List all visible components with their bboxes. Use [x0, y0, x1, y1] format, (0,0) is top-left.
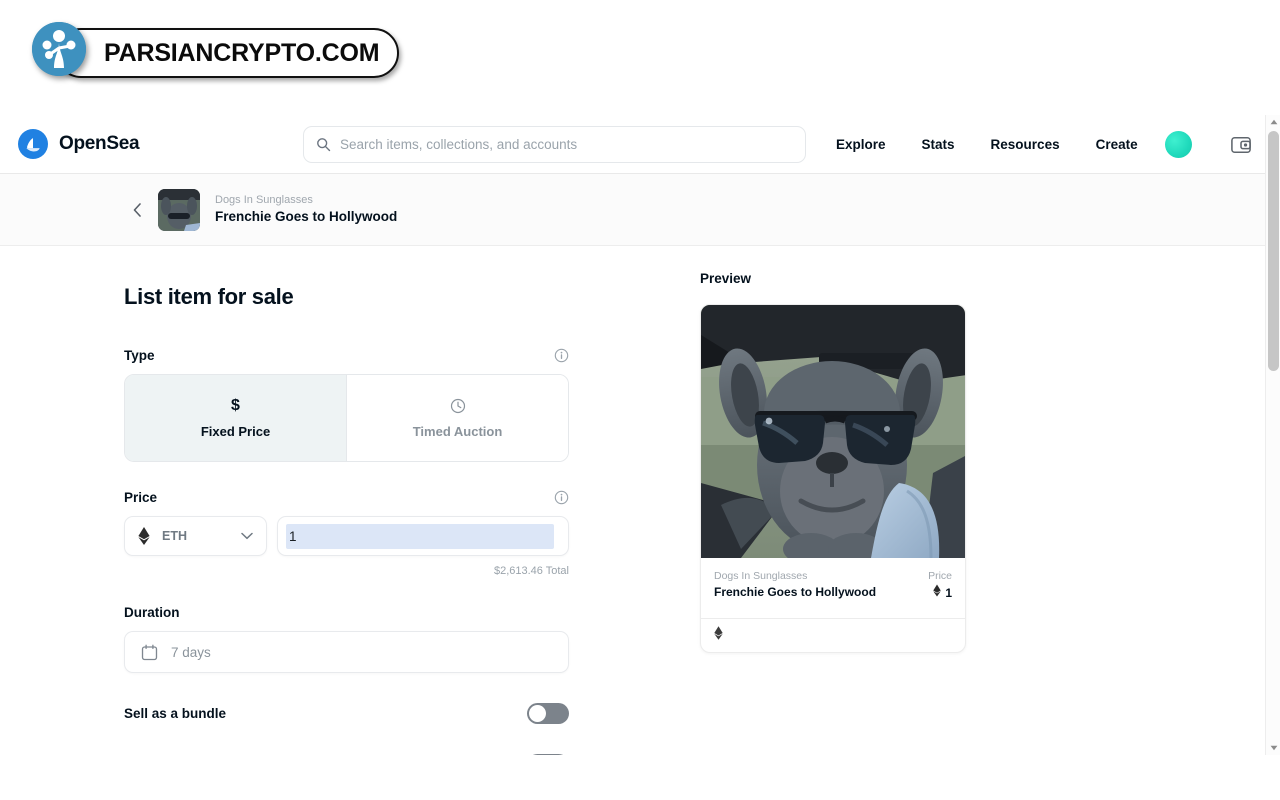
main-content: List item for sale Type — [0, 246, 1280, 746]
breadcrumb-thumbnail[interactable] — [158, 189, 200, 231]
preview-label: Preview — [700, 271, 966, 286]
price-row: ETH 1 — [124, 516, 569, 556]
price-input-value: 1 — [289, 529, 297, 544]
parsian-tree-logo-icon — [32, 22, 86, 76]
preview-item-name: Frenchie Goes to Hollywood — [714, 584, 876, 601]
duration-header: Duration — [124, 605, 569, 620]
page-bottom-fill — [0, 755, 1280, 800]
breadcrumb-collection[interactable]: Dogs In Sunglasses — [215, 193, 397, 208]
type-option-fixed-price-label: Fixed Price — [201, 424, 270, 439]
chevron-left-icon[interactable] — [129, 202, 145, 218]
watermark-text: PARSIANCRYPTO.COM — [104, 39, 379, 68]
nav-item-stats[interactable]: Stats — [904, 137, 973, 152]
ethereum-icon — [714, 626, 723, 645]
type-option-timed-auction-label: Timed Auction — [413, 424, 503, 439]
type-section: Type $ Fixed Price — [124, 348, 569, 462]
toggle-row-sell-as-bundle: Sell as a bundle — [124, 703, 569, 724]
breadcrumb: Dogs In Sunglasses Frenchie Goes to Holl… — [0, 174, 1280, 246]
duration-section: Duration 7 days — [124, 605, 569, 673]
duration-select[interactable]: 7 days — [124, 631, 569, 673]
avatar[interactable] — [1165, 131, 1192, 158]
toggle-knob — [529, 705, 546, 722]
preview-card-left: Dogs In Sunglasses Frenchie Goes to Holl… — [714, 569, 876, 602]
type-label: Type — [124, 348, 155, 363]
ethereum-icon — [138, 527, 150, 545]
type-header: Type — [124, 348, 569, 363]
breadcrumb-item-name: Frenchie Goes to Hollywood — [215, 208, 397, 226]
opensea-brand[interactable]: OpenSea — [18, 129, 139, 159]
caret-up-icon[interactable] — [1266, 115, 1280, 129]
watermark-pill: PARSIANCRYPTO.COM — [56, 28, 399, 78]
nav-item-explore[interactable]: Explore — [818, 137, 904, 152]
preview-card-body: Dogs In Sunglasses Frenchie Goes to Holl… — [701, 558, 965, 618]
duration-label: Duration — [124, 605, 180, 620]
price-section: Price — [124, 490, 569, 577]
ethereum-icon — [933, 584, 941, 602]
info-circle-icon[interactable] — [554, 348, 569, 363]
search-box[interactable] — [303, 126, 806, 163]
preview-collection: Dogs In Sunglasses — [714, 569, 876, 584]
type-option-fixed-price[interactable]: $ Fixed Price — [125, 375, 346, 461]
preview-price-value: 1 — [945, 585, 952, 602]
calendar-icon — [141, 644, 158, 661]
price-total: $2,613.46 Total — [124, 565, 569, 577]
nav-item-resources[interactable]: Resources — [973, 137, 1078, 152]
sell-as-bundle-label: Sell as a bundle — [124, 706, 226, 721]
search-input[interactable] — [340, 137, 805, 152]
clock-icon — [450, 398, 466, 415]
screenshot-root: PARSIANCRYPTO.COM — [0, 0, 1280, 800]
preview-card-footer — [701, 618, 965, 652]
site-header: OpenSea Explore Stats Resources Create — [0, 115, 1280, 174]
preview-price-label: Price — [928, 569, 952, 584]
preview-card[interactable]: Dogs In Sunglasses Frenchie Goes to Holl… — [700, 304, 966, 653]
price-input[interactable]: 1 — [277, 516, 569, 556]
page-title: List item for sale — [124, 284, 569, 310]
price-header: Price — [124, 490, 569, 505]
preview-card-right: Price 1 — [928, 569, 952, 602]
breadcrumb-texts: Dogs In Sunglasses Frenchie Goes to Holl… — [215, 193, 397, 226]
vertical-scrollbar[interactable] — [1265, 115, 1280, 755]
wallet-icon[interactable] — [1227, 131, 1254, 158]
chevron-down-icon — [241, 532, 253, 540]
type-option-timed-auction[interactable]: Timed Auction — [346, 375, 568, 461]
price-label: Price — [124, 490, 157, 505]
duration-value: 7 days — [171, 645, 211, 660]
preview-image — [701, 305, 965, 558]
search-icon — [316, 137, 331, 152]
caret-down-icon[interactable] — [1266, 741, 1280, 755]
preview-price-value-wrap: 1 — [928, 584, 952, 602]
dollar-sign-icon: $ — [231, 398, 240, 415]
opensea-logo-icon — [18, 129, 48, 159]
price-input-selection-highlight — [286, 524, 554, 549]
preview-panel: Preview — [700, 271, 966, 653]
main-nav: Explore Stats Resources Create — [818, 115, 1156, 174]
browser-viewport: OpenSea Explore Stats Resources Create — [0, 115, 1280, 755]
nav-item-create[interactable]: Create — [1078, 137, 1156, 152]
listing-form: List item for sale Type — [124, 284, 569, 755]
currency-select[interactable]: ETH — [124, 516, 267, 556]
info-circle-icon[interactable] — [554, 490, 569, 505]
sell-as-bundle-toggle[interactable] — [527, 703, 569, 724]
scrollbar-thumb[interactable] — [1268, 131, 1279, 371]
type-options: $ Fixed Price Timed Auction — [124, 374, 569, 462]
currency-select-value: ETH — [162, 529, 187, 543]
brand-name: OpenSea — [59, 133, 139, 155]
